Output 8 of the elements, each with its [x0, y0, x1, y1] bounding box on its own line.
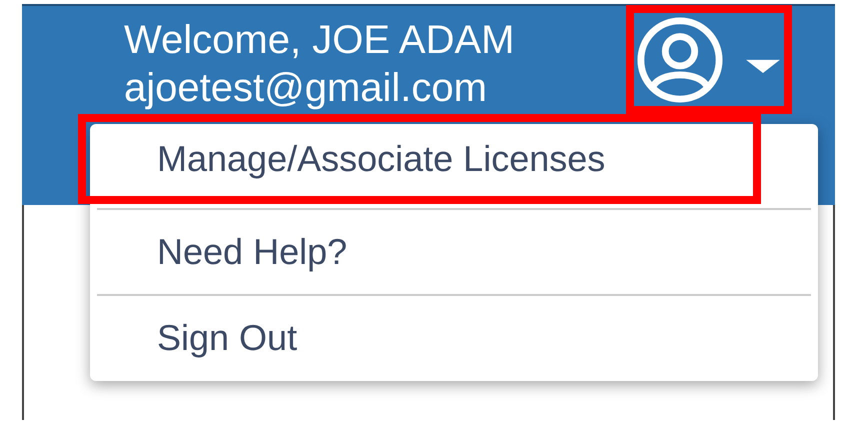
- user-avatar-icon: [636, 16, 724, 104]
- welcome-text: Welcome, JOE ADAM: [124, 17, 516, 64]
- caret-icon: [746, 58, 780, 73]
- menu-item[interactable]: Manage/Associate Licenses: [78, 114, 761, 204]
- menu-item[interactable]: Sign Out: [97, 296, 811, 380]
- email-text: ajoetest@gmail.com: [124, 65, 488, 112]
- menu-item[interactable]: Need Help?: [97, 210, 811, 294]
- user-menu-button[interactable]: [626, 5, 792, 114]
